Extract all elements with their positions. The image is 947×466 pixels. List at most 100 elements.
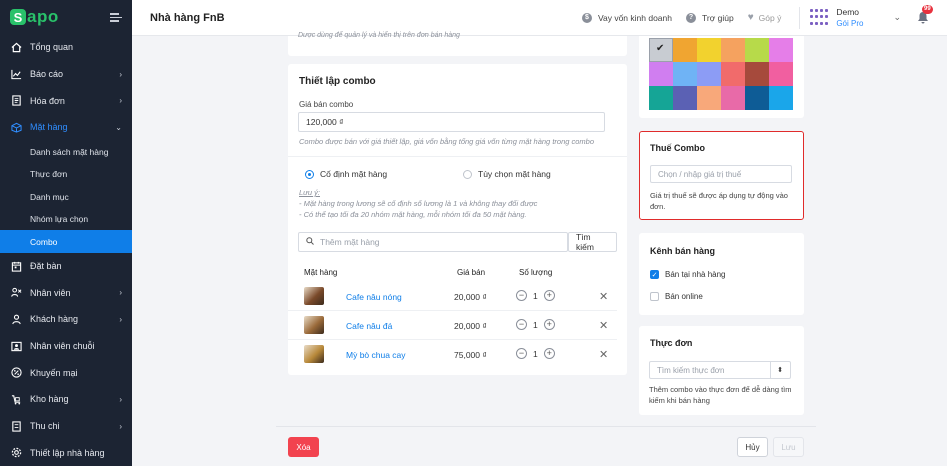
color-swatch[interactable]	[721, 62, 745, 86]
sidebar-item-home[interactable]: Tổng quan	[0, 34, 132, 61]
product-name[interactable]: Cafe nâu đá	[346, 321, 392, 331]
color-swatch[interactable]	[721, 38, 745, 62]
color-swatch[interactable]	[697, 38, 721, 62]
sidebar-item-box[interactable]: Mặt hàng ⌄	[0, 114, 132, 141]
minus-icon[interactable]: −	[516, 319, 527, 330]
radio-fixed-items[interactable]: Cố định mặt hàng	[305, 169, 387, 179]
combo-title: Thiết lập combo	[299, 76, 376, 87]
sidebar-item-label: Tổng quan	[30, 42, 74, 53]
help-icon: ?	[685, 12, 696, 23]
help-link[interactable]: ? Trợ giúp	[685, 12, 734, 23]
sidebar-subitem-label: Danh mục	[30, 191, 69, 202]
sidebar-item-staff[interactable]: Nhân viên ›	[0, 279, 132, 306]
sidebar-item-customer[interactable]: Khách hàng ›	[0, 306, 132, 333]
store-title: Nhà hàng FnB	[150, 11, 225, 24]
promotion-icon	[10, 367, 22, 379]
color-swatch[interactable]	[769, 86, 793, 110]
divider	[288, 156, 627, 157]
tax-placeholder: Chọn / nhập giá trị thuế	[658, 169, 742, 179]
cancel-label: Hủy	[745, 442, 760, 452]
unchecked-box	[650, 292, 659, 301]
add-item-search[interactable]: Thêm mặt hàng	[298, 232, 568, 252]
search-button[interactable]: Tìm kiếm	[568, 232, 617, 252]
user-plan: Gói Pro	[836, 18, 864, 28]
logo[interactable]: S apo	[0, 0, 132, 34]
sidebar-subitem[interactable]: Nhóm lựa chọn	[0, 208, 132, 230]
plus-icon[interactable]: +	[543, 319, 555, 330]
color-swatch[interactable]	[745, 86, 769, 110]
sidebar-subitem-label: Nhóm lựa chọn	[30, 214, 89, 225]
sidebar-item-settings[interactable]: Thiết lập nhà hàng	[0, 440, 132, 466]
tax-card: Thuế Combo Chọn / nhập giá trị thuế Giá …	[639, 131, 804, 220]
sidebar-item-label: Kho hàng	[30, 394, 69, 405]
combo-price-input[interactable]: 120,000 ₫	[298, 112, 605, 132]
product-name[interactable]: Cafe nâu nóng	[346, 292, 402, 302]
minus-icon[interactable]: −	[516, 348, 527, 359]
minus-icon[interactable]: −	[516, 290, 527, 301]
sidebar-subitem[interactable]: Combo	[0, 230, 132, 253]
color-swatch[interactable]	[721, 86, 745, 110]
color-swatch[interactable]	[673, 62, 697, 86]
notification-badge: 99	[922, 4, 933, 14]
logo-mark: S	[10, 9, 26, 25]
save-button[interactable]: Lưu	[773, 437, 804, 457]
radio-unselected	[463, 169, 472, 179]
apps-grid-icon[interactable]	[810, 8, 829, 27]
sidebar-item-cashbook[interactable]: Thu chi ›	[0, 413, 132, 440]
chevron-icon: ›	[119, 69, 122, 79]
cancel-button[interactable]: Hủy	[737, 437, 768, 457]
channel-online-checkbox[interactable]: Bán online	[650, 292, 703, 301]
sidebar-item-promotion[interactable]: Khuyến mại	[0, 359, 132, 386]
product-thumbnail	[304, 345, 324, 363]
color-swatch[interactable]	[745, 38, 769, 62]
plus-icon[interactable]: +	[543, 290, 555, 301]
warehouse-icon	[10, 393, 22, 405]
notification-bell[interactable]: 99	[917, 4, 933, 25]
sidebar-subitem[interactable]: Danh mục	[0, 186, 132, 208]
sidebar-item-invoice[interactable]: Hóa đơn ›	[0, 87, 132, 114]
chevron-down-icon[interactable]: ⌄	[893, 12, 901, 23]
color-swatch[interactable]	[697, 86, 721, 110]
delete-button[interactable]: Xóa	[288, 437, 319, 457]
feedback-link[interactable]: ♥ Góp ý	[748, 12, 782, 23]
sidebar-item-chart[interactable]: Báo cáo ›	[0, 61, 132, 88]
search-icon	[306, 237, 314, 247]
col-item: Mặt hàng	[304, 268, 338, 277]
color-swatch[interactable]	[697, 62, 721, 86]
color-swatch[interactable]	[649, 86, 673, 110]
color-swatch-selected[interactable]	[647, 36, 675, 64]
loan-link[interactable]: $ Vay vốn kinh doanh	[581, 12, 672, 23]
color-swatch[interactable]	[745, 62, 769, 86]
collapse-menu-icon[interactable]	[110, 12, 122, 22]
channel-dine-in-checkbox[interactable]: ✓ Bán tại nhà hàng	[650, 270, 726, 279]
remove-item-icon[interactable]: ✕	[599, 348, 608, 361]
color-swatch[interactable]	[673, 86, 697, 110]
remove-item-icon[interactable]: ✕	[599, 319, 608, 332]
quantity-value: 1	[533, 319, 538, 330]
radio-optional-items[interactable]: Tùy chọn mặt hàng	[463, 169, 551, 179]
user-name: Demo	[836, 6, 860, 17]
sidebar-item-chain-staff[interactable]: Nhân viên chuỗi	[0, 333, 132, 360]
plus-icon[interactable]: +	[543, 348, 555, 359]
sidebar-item-warehouse[interactable]: Kho hàng ›	[0, 386, 132, 413]
product-thumbnail	[304, 316, 324, 334]
channel-dine-in-label: Bán tại nhà hàng	[665, 270, 726, 279]
sidebar-subitem[interactable]: Danh sách mặt hàng	[0, 141, 132, 163]
color-swatch[interactable]	[649, 62, 673, 86]
tax-input[interactable]: Chọn / nhập giá trị thuế	[650, 165, 792, 183]
sidebar-subitem[interactable]: Thực đơn	[0, 163, 132, 185]
color-swatch[interactable]	[769, 38, 793, 62]
col-qty: Số lượng	[519, 268, 553, 277]
sidebar-item-calendar[interactable]: Đặt bàn	[0, 253, 132, 280]
sales-channel-card: Kênh bán hàng ✓ Bán tại nhà hàng Bán onl…	[639, 233, 804, 315]
menu-select[interactable]: Tìm kiếm thực đơn ⬍	[649, 361, 791, 379]
sidebar-item-label: Hóa đơn	[30, 95, 65, 106]
note-line-1: - Mặt hàng trong lương sẽ cố định số lươ…	[299, 199, 538, 208]
sidebar-item-label: Nhân viên	[30, 287, 71, 298]
remove-item-icon[interactable]: ✕	[599, 290, 608, 303]
product-name[interactable]: Mỳ bò chua cay	[346, 350, 406, 360]
color-swatch[interactable]	[673, 38, 697, 62]
color-swatch[interactable]	[769, 62, 793, 86]
tax-hint: Giá trị thuế sẽ được áp dụng tự động vào…	[650, 191, 788, 211]
user-menu[interactable]: Demo Gói Pro	[836, 7, 863, 29]
